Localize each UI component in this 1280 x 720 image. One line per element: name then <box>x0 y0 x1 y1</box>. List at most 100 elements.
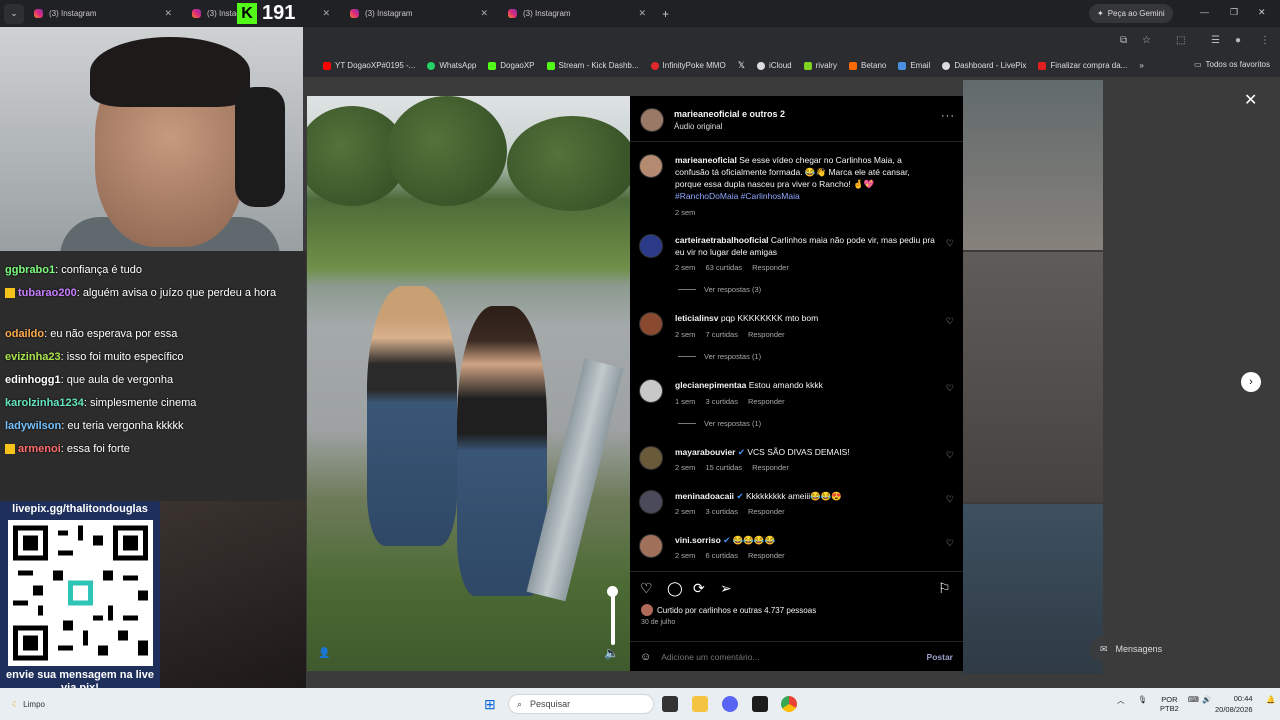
avatar[interactable] <box>639 234 663 258</box>
bookmarks-overflow[interactable]: » <box>1133 61 1149 70</box>
bookmark-item[interactable]: Email <box>892 61 936 70</box>
audio-label[interactable]: Áudio original <box>674 122 722 131</box>
bookmark-item[interactable]: DogaoXP <box>482 61 540 70</box>
tab-search-button[interactable]: ⌄ <box>4 3 24 24</box>
reply-button[interactable]: Responder <box>748 551 785 560</box>
chrome-icon[interactable] <box>781 696 797 712</box>
profile-icon[interactable]: ● <box>1235 35 1241 46</box>
gemini-button[interactable]: ✦ Peça ao Gemini <box>1089 4 1173 23</box>
taskbar-search[interactable]: ⌕ Pesquisar <box>508 694 654 714</box>
comment-username[interactable]: carteiraetrabalhooficial <box>675 235 769 245</box>
weather-widget[interactable]: ☾ Limpo <box>12 700 45 709</box>
avatar[interactable] <box>640 108 664 132</box>
comment-username[interactable]: meninadoacaii <box>675 491 734 501</box>
reply-button[interactable]: Responder <box>748 330 785 339</box>
comment-username[interactable]: leticialinsv <box>675 313 718 323</box>
close-window-icon[interactable]: ✕ <box>1258 7 1266 18</box>
bookmark-item[interactable]: WhatsApp <box>421 61 482 70</box>
like-comment-icon[interactable]: ♡ <box>946 538 954 549</box>
close-icon[interactable]: ✕ <box>1244 90 1257 110</box>
reply-button[interactable]: Responder <box>748 507 785 516</box>
bookmark-item[interactable]: Finalizar compra da... <box>1032 61 1133 70</box>
bookmark-item[interactable]: YT DogaoXP#0195 -... <box>317 61 421 70</box>
avatar[interactable] <box>639 446 663 470</box>
app-icon[interactable] <box>752 696 768 712</box>
comment-likes[interactable]: 7 curtidas <box>705 330 738 339</box>
view-replies-button[interactable]: Ver respostas (3) <box>678 285 761 294</box>
cast-icon[interactable]: ⧉ <box>1120 35 1127 46</box>
reply-button[interactable]: Responder <box>748 397 785 406</box>
reply-button[interactable]: Responder <box>752 463 789 472</box>
task-view-icon[interactable] <box>662 696 678 712</box>
browser-tab[interactable]: (3) Instagram ✕ <box>498 0 656 27</box>
volume-icon[interactable]: 🔊 <box>1202 695 1211 704</box>
avatar[interactable] <box>639 534 663 558</box>
windows-start-icon[interactable]: ⊞ <box>484 696 496 713</box>
notification-icon[interactable]: 🔔 <box>1266 695 1275 704</box>
tagged-user-icon[interactable]: 👤 <box>318 648 330 659</box>
network-icon[interactable]: ⌨ <box>1188 695 1199 704</box>
extensions-icon[interactable]: ⬚ <box>1176 35 1185 46</box>
bookmark-item[interactable]: Betano <box>843 61 892 70</box>
liked-by[interactable]: Curtido por carlinhos e outras 4.737 pes… <box>641 604 816 616</box>
bookmark-icon[interactable]: ⚐ <box>938 580 951 597</box>
comment-likes[interactable]: 15 curtidas <box>705 463 742 472</box>
microphone-icon[interactable]: 🎙 <box>1138 695 1148 704</box>
avatar[interactable] <box>639 379 663 403</box>
maximize-icon[interactable]: ❐ <box>1230 7 1238 18</box>
comment-username[interactable]: marieaneoficial <box>675 155 737 165</box>
comment-likes[interactable]: 6 curtidas <box>705 551 738 560</box>
like-comment-icon[interactable]: ♡ <box>946 383 954 394</box>
volume-knob[interactable] <box>607 586 618 597</box>
close-tab-icon[interactable]: ✕ <box>164 8 172 19</box>
close-tab-icon[interactable]: ✕ <box>480 8 488 19</box>
bookmark-item[interactable]: InfinityPoke MMO <box>645 61 732 70</box>
like-comment-icon[interactable]: ♡ <box>946 450 954 461</box>
minimize-icon[interactable]: — <box>1200 7 1209 17</box>
tray-chevron-icon[interactable]: ︿ <box>1117 695 1125 706</box>
like-comment-icon[interactable]: ♡ <box>946 316 954 327</box>
discord-icon[interactable] <box>722 696 738 712</box>
volume-slider[interactable] <box>611 590 615 645</box>
bookmark-item[interactable]: 𝕏 <box>732 60 751 71</box>
browser-tab-active[interactable]: (3) Instagr ✕ <box>182 0 340 27</box>
post-button[interactable]: Postar <box>927 652 953 662</box>
menu-dots-icon[interactable]: ⋮ <box>1260 35 1270 46</box>
all-bookmarks-button[interactable]: ▭ Todos os favoritos <box>1194 60 1270 69</box>
more-options-icon[interactable]: ··· <box>941 110 955 122</box>
star-icon[interactable]: ☆ <box>1142 35 1151 46</box>
comment-likes[interactable]: 3 curtidas <box>705 507 738 516</box>
bookmark-item[interactable]: rivalry <box>798 61 843 70</box>
view-replies-button[interactable]: Ver respostas (1) <box>678 419 761 428</box>
like-comment-icon[interactable]: ♡ <box>946 494 954 505</box>
system-clock[interactable]: 00:44 20/08/2026 <box>1215 693 1253 715</box>
bookmark-item[interactable]: iCloud <box>751 61 798 70</box>
browser-tab[interactable]: (3) Instagram ✕ <box>340 0 498 27</box>
comment-icon[interactable]: ◯ <box>667 580 683 597</box>
close-tab-icon[interactable]: ✕ <box>322 8 330 19</box>
bookmark-item[interactable]: Dashboard - LivePix <box>936 61 1032 70</box>
avatar[interactable] <box>639 154 663 178</box>
avatar[interactable] <box>639 490 663 514</box>
comment-likes[interactable]: 63 curtidas <box>705 263 742 272</box>
comment-likes[interactable]: 3 curtidas <box>705 397 738 406</box>
comment-username[interactable]: glecianepimentaa <box>675 380 746 390</box>
comment-input[interactable] <box>661 651 902 662</box>
speaker-icon[interactable]: 🔈 <box>604 646 619 660</box>
next-post-button[interactable]: › <box>1241 372 1261 392</box>
view-replies-button[interactable]: Ver respostas (1) <box>678 352 761 361</box>
repost-icon[interactable]: ⟳ <box>693 580 705 597</box>
avatar[interactable] <box>639 312 663 336</box>
media-icon[interactable]: ☰ <box>1211 35 1220 46</box>
comment-username[interactable]: vini.sorriso <box>675 535 721 545</box>
hashtags[interactable]: #RanchoDoMaia #CarlinhosMaia <box>675 191 800 201</box>
messages-button[interactable]: ✉ Mensagens <box>1090 636 1270 662</box>
like-comment-icon[interactable]: ♡ <box>946 238 954 249</box>
language-indicator[interactable]: POR PTB2 <box>1160 695 1179 713</box>
bookmark-item[interactable]: Stream - Kick Dashb... <box>541 61 645 70</box>
reply-button[interactable]: Responder <box>752 263 789 272</box>
emoji-icon[interactable]: ☺ <box>640 651 651 663</box>
close-tab-icon[interactable]: ✕ <box>638 8 646 19</box>
browser-tab[interactable]: (3) Instagram ✕ <box>24 0 182 27</box>
new-tab-button[interactable]: + <box>662 7 669 21</box>
